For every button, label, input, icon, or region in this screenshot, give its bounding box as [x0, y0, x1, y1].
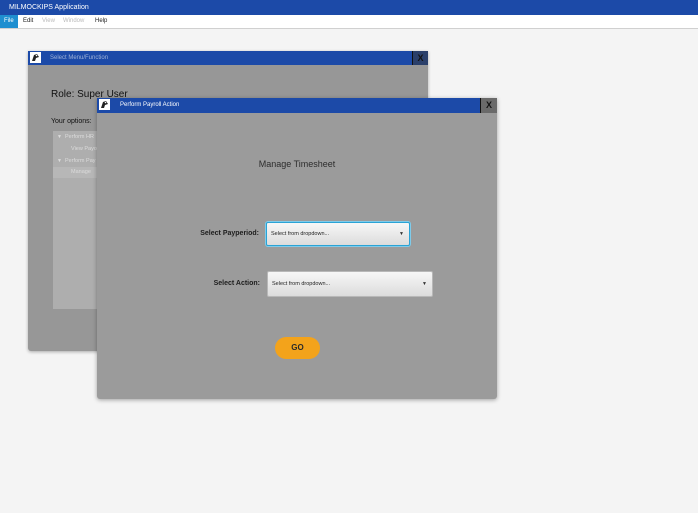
- payperiod-dropdown[interactable]: Select from dropdown... ▼: [266, 222, 410, 246]
- tree-expand-icon[interactable]: ▼: [57, 158, 62, 164]
- action-label: Select Action:: [213, 280, 260, 287]
- menu-file[interactable]: File: [0, 15, 18, 28]
- go-button[interactable]: GO: [275, 337, 320, 359]
- payroll-action-window: Perform Payroll Action X Manage Timeshee…: [97, 98, 497, 399]
- chevron-down-icon[interactable]: ▼: [422, 272, 427, 296]
- app-title: MILMOCKIPS Application: [9, 4, 89, 11]
- tree-item-manage-label: Manage: [71, 169, 91, 175]
- tree-item-perform-hr[interactable]: ▼ Perform HR: [57, 134, 94, 140]
- app-logo-icon: [30, 52, 41, 63]
- select-menu-titlebar: Select Menu/Function X: [28, 51, 428, 65]
- page-heading: Manage Timesheet: [258, 159, 336, 169]
- chevron-down-icon[interactable]: ▼: [399, 223, 404, 245]
- menu-window[interactable]: Window: [59, 15, 88, 28]
- action-dropdown[interactable]: Select from dropdown... ▼: [267, 271, 433, 297]
- menu-view[interactable]: View: [38, 15, 59, 28]
- payperiod-value: Select from dropdown...: [271, 231, 330, 237]
- payperiod-label: Select Payperiod:: [200, 230, 259, 237]
- menu-help[interactable]: Help: [91, 15, 111, 28]
- options-label: Your options:: [51, 118, 92, 125]
- app-logo-icon: [99, 99, 110, 110]
- select-menu-close-button[interactable]: X: [412, 51, 428, 65]
- select-menu-title: Select Menu/Function: [50, 55, 109, 61]
- payroll-action-close-button[interactable]: X: [480, 98, 497, 113]
- app-titlebar: MILMOCKIPS Application: [0, 0, 698, 15]
- payroll-action-title: Perform Payroll Action: [120, 102, 180, 108]
- payroll-action-titlebar: Perform Payroll Action X: [97, 98, 497, 113]
- menu-bar: File Edit View Window Help: [0, 15, 698, 29]
- tree-item-view-payo[interactable]: View Payo: [71, 146, 97, 152]
- action-value: Select from dropdown...: [272, 281, 331, 287]
- menu-edit[interactable]: Edit: [19, 15, 37, 28]
- tree-expand-icon[interactable]: ▼: [57, 134, 62, 140]
- tree-item-perform-pay[interactable]: ▼ Perform Pay: [57, 158, 96, 164]
